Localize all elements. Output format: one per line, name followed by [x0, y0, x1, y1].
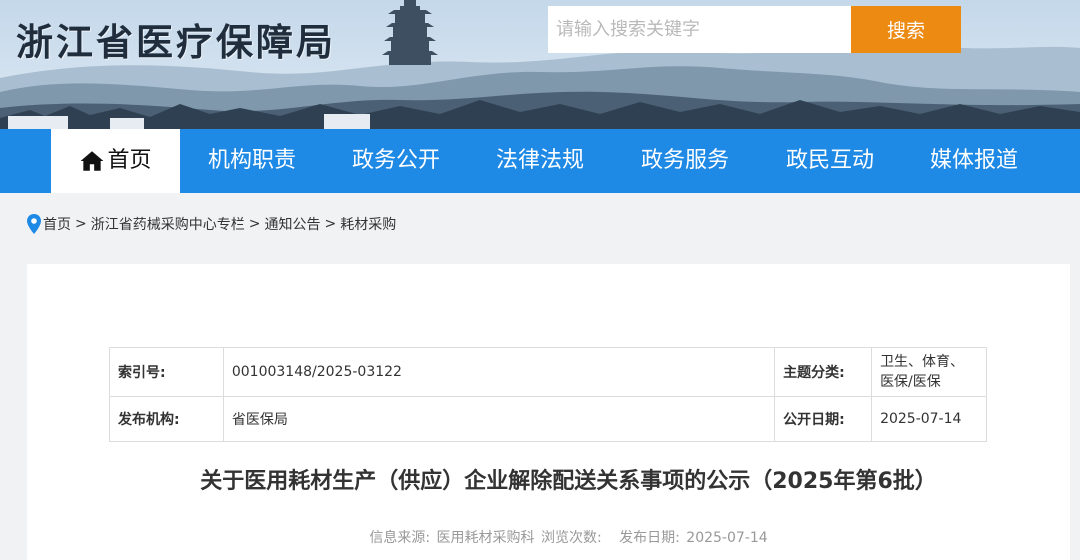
source-label: 信息来源:	[369, 530, 431, 546]
views-label: 浏览次数:	[540, 530, 602, 546]
date-value: 2025-07-14	[871, 396, 987, 442]
breadcrumb-separator: >	[324, 216, 337, 232]
org-label: 发布机构:	[109, 396, 224, 442]
topic-label: 主题分类:	[774, 347, 873, 397]
nav-item-media[interactable]: 媒体报道	[902, 129, 1046, 193]
site-banner: 浙江省医疗保障局 搜索	[0, 0, 1080, 129]
search-input[interactable]	[548, 6, 851, 53]
publish-value: 2025-07-14	[686, 530, 768, 546]
table-row: 发布机构: 省医保局 公开日期: 2025-07-14	[109, 396, 987, 442]
site-title: 浙江省医疗保障局	[16, 21, 336, 64]
breadcrumb-procurement-center[interactable]: 浙江省药械采购中心专栏	[91, 214, 245, 234]
table-row: 索引号: 001003148/2025-03122 主题分类: 卫生、体育、医保…	[109, 347, 987, 397]
article-card: 索引号: 001003148/2025-03122 主题分类: 卫生、体育、医保…	[27, 264, 1070, 560]
nav-item-home[interactable]: 首页	[51, 129, 180, 193]
source-value: 医用耗材采购科	[436, 530, 535, 546]
nav-item-government-affairs[interactable]: 政务公开	[324, 129, 468, 193]
nav-item-services[interactable]: 政务服务	[612, 129, 758, 193]
nav-item-label: 首页	[107, 148, 152, 173]
home-icon	[81, 151, 104, 171]
article-title: 关于医用耗材生产（供应）企业解除配送关系事项的公示（2025年第6批）	[200, 469, 937, 494]
breadcrumb-separator: >	[75, 216, 87, 232]
nav-item-institution[interactable]: 机构职责	[180, 129, 324, 193]
index-label: 索引号:	[109, 347, 224, 397]
nav-item-laws[interactable]: 法律法规	[468, 129, 612, 193]
main-nav: 首页 机构职责 政务公开 法律法规 政务服务 政民互动 媒体报道	[0, 129, 1080, 193]
topic-value: 卫生、体育、医保/医保	[871, 347, 987, 397]
nav-item-interaction[interactable]: 政民互动	[758, 129, 902, 193]
publish-label: 发布日期:	[619, 530, 680, 546]
breadcrumb-consumables[interactable]: 耗材采购	[340, 214, 396, 234]
breadcrumb: 首页 > 浙江省药械采购中心专栏 > 通知公告 > 耗材采购	[27, 212, 396, 236]
search-button[interactable]: 搜索	[851, 6, 961, 53]
index-value: 001003148/2025-03122	[222, 347, 776, 397]
article-info-line: 信息来源: 医用耗材采购科 浏览次数: 发布日期: 2025-07-14	[27, 527, 1080, 547]
org-value: 省医保局	[222, 396, 776, 442]
breadcrumb-notices[interactable]: 通知公告	[264, 214, 320, 234]
breadcrumb-separator: >	[248, 216, 261, 232]
breadcrumb-home[interactable]: 首页	[43, 214, 71, 234]
date-label: 公开日期:	[774, 396, 873, 442]
article-meta-table: 索引号: 001003148/2025-03122 主题分类: 卫生、体育、医保…	[109, 347, 987, 442]
location-pin-icon	[27, 214, 41, 234]
